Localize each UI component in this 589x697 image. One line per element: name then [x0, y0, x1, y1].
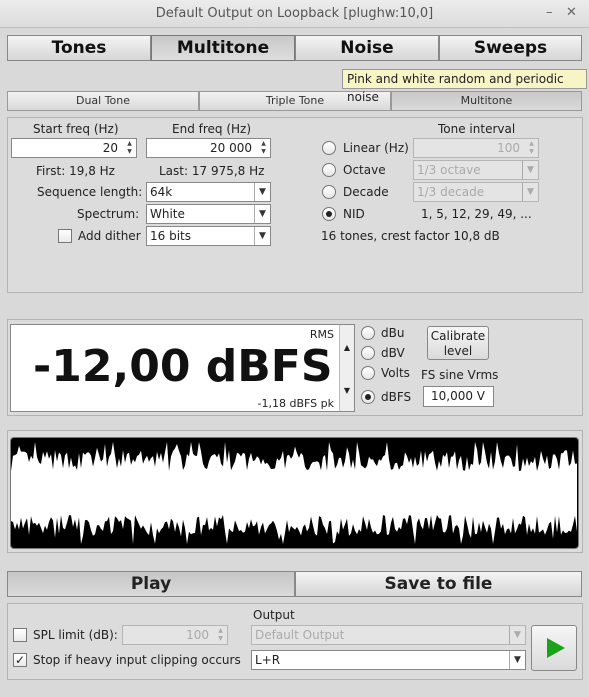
tone-summary: 16 tones, crest factor 10,8 dB — [321, 229, 500, 243]
close-icon[interactable]: ✕ — [566, 5, 577, 20]
end-freq-input[interactable]: 20 000 ▲ ▼ — [146, 138, 271, 158]
rms-label: RMS — [309, 328, 334, 341]
spectrum-select[interactable]: White ▼ — [146, 204, 271, 224]
fs-sine-label: FS sine Vrms — [421, 368, 499, 382]
end-freq-label: End freq (Hz) — [172, 122, 252, 136]
peak-readout: -1,18 dBFS pk — [257, 397, 334, 410]
calibrate-level-button[interactable]: Calibrate level — [427, 326, 489, 360]
nid-label: NID — [343, 207, 365, 221]
play-icon — [547, 638, 565, 658]
stop-clipping-checkbox[interactable]: ✓ — [13, 653, 27, 667]
first-freq-readout: First: 19,8 Hz — [36, 164, 115, 178]
chevron-down-icon: ▼ — [509, 626, 525, 644]
level-meter: RMS -12,00 dBFS -1,18 dBFS pk ▲ ▼ — [10, 324, 355, 412]
linear-label: Linear (Hz) — [343, 141, 409, 155]
dither-bits-select[interactable]: 16 bits ▼ — [146, 226, 271, 246]
end-freq-stepper[interactable]: ▲ ▼ — [258, 140, 269, 156]
decade-select[interactable]: 1/3 decade ▼ — [413, 182, 539, 202]
dbv-label: dBV — [381, 346, 405, 360]
waveform-display — [10, 437, 579, 549]
chevron-down-icon: ▼ — [522, 183, 538, 201]
tone-interval-header: Tone interval — [438, 122, 516, 136]
spl-limit-label: SPL limit (dB): — [33, 628, 118, 642]
level-scrollbar[interactable]: ▲ ▼ — [339, 325, 354, 411]
output-channels-select[interactable]: L+R ▼ — [251, 650, 526, 670]
subtab-multitone[interactable]: Multitone — [391, 91, 582, 111]
play-output-button[interactable] — [531, 625, 577, 671]
tab-multitone[interactable]: Multitone — [151, 35, 295, 61]
nid-sequence: 1, 5, 12, 29, 49, ... — [421, 207, 532, 221]
output-label: Output — [253, 608, 295, 622]
chevron-down-icon[interactable]: ▼ — [340, 386, 354, 395]
play-button[interactable]: Play — [7, 571, 295, 597]
tab-sweeps[interactable]: Sweeps — [439, 35, 582, 61]
dbfs-label: dBFS — [381, 390, 412, 404]
spectrum-label: Spectrum: — [77, 207, 140, 221]
chevron-down-icon: ▼ — [509, 651, 525, 669]
dbfs-radio[interactable] — [361, 390, 375, 404]
linear-radio[interactable] — [322, 141, 336, 155]
nid-radio[interactable] — [322, 207, 336, 221]
fs-vrms-field[interactable]: 10,000 V — [423, 386, 494, 407]
waveform-plot — [11, 442, 577, 544]
add-dither-checkbox[interactable] — [58, 229, 72, 243]
waveform-trace — [11, 442, 577, 544]
dbu-label: dBu — [381, 326, 405, 340]
subtab-dual-tone[interactable]: Dual Tone — [7, 91, 199, 111]
volts-label: Volts — [381, 366, 410, 380]
minimize-icon[interactable]: – — [546, 5, 553, 20]
dbv-radio[interactable] — [361, 346, 375, 360]
decade-radio[interactable] — [322, 185, 336, 199]
tooltip: Pink and white random and periodic noise — [342, 69, 587, 104]
level-readout: -12,00 dBFS — [33, 341, 333, 392]
last-freq-readout: Last: 17 975,8 Hz — [159, 164, 265, 178]
chevron-up-icon[interactable]: ▲ — [340, 343, 354, 352]
chevron-down-icon: ▼ — [254, 227, 270, 245]
chevron-down-icon: ▼ — [254, 205, 270, 223]
start-freq-input[interactable]: 20 ▲ ▼ — [11, 138, 137, 158]
title-bar: Default Output on Loopback [plughw:10,0]… — [0, 0, 589, 28]
add-dither-label: Add dither — [78, 229, 141, 243]
decade-label: Decade — [343, 185, 389, 199]
sequence-length-label: Sequence length: — [37, 185, 143, 199]
octave-select[interactable]: 1/3 octave ▼ — [413, 160, 539, 180]
tab-noise[interactable]: Noise — [295, 35, 439, 61]
chevron-down-icon: ▼ — [254, 183, 270, 201]
sequence-length-select[interactable]: 64k ▼ — [146, 182, 271, 202]
octave-radio[interactable] — [322, 163, 336, 177]
stop-clipping-label: Stop if heavy input clipping occurs — [33, 653, 241, 667]
start-freq-label: Start freq (Hz) — [33, 122, 119, 136]
dbu-radio[interactable] — [361, 326, 375, 340]
start-freq-stepper[interactable]: ▲ ▼ — [124, 140, 135, 156]
octave-label: Octave — [343, 163, 386, 177]
spl-limit-checkbox[interactable] — [13, 628, 27, 642]
chevron-down-icon: ▼ — [522, 161, 538, 179]
linear-interval-stepper[interactable]: ▲ ▼ — [526, 140, 537, 156]
volts-radio[interactable] — [361, 366, 375, 380]
save-to-file-button[interactable]: Save to file — [295, 571, 582, 597]
tab-tones[interactable]: Tones — [7, 35, 151, 61]
linear-interval-input[interactable]: 100 ▲ ▼ — [413, 138, 539, 158]
output-device-select[interactable]: Default Output ▼ — [251, 625, 526, 645]
spl-limit-stepper[interactable]: ▲ ▼ — [215, 627, 226, 643]
spl-limit-input[interactable]: 100 ▲ ▼ — [122, 625, 228, 645]
window-title: Default Output on Loopback [plughw:10,0] — [155, 6, 434, 21]
